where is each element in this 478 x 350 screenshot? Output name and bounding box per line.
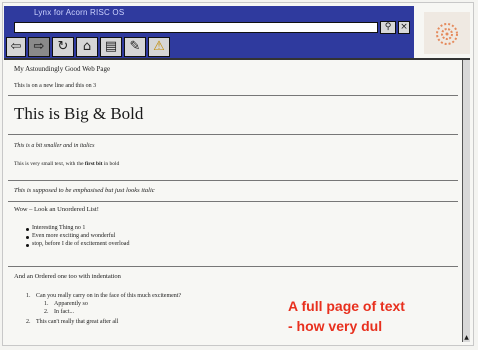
home-icon[interactable]: ⌂ <box>76 37 98 57</box>
ordered-intro: And an Ordered one too with indentation <box>14 273 121 280</box>
address-row: ⚲ × <box>4 19 414 36</box>
bullet <box>26 244 29 247</box>
ordered-item: This can't really that great after all <box>36 319 119 325</box>
ordered-subitem: Apparently so <box>54 301 88 307</box>
horizontal-rule <box>8 201 458 202</box>
caption-line: A full page of text <box>288 298 405 314</box>
toolbar: ⇦ ⇨ ↻ ⌂ ▤ ✎ ⚠ <box>4 36 414 58</box>
emphasised-text: This is supposed to be emphasised but ju… <box>14 187 155 194</box>
window-title: Lynx for Acorn RISC OS <box>34 8 125 17</box>
horizontal-rule <box>8 266 458 267</box>
list-item: Interesting Thing no 1 <box>32 225 86 231</box>
warning-icon[interactable]: ⚠ <box>148 37 170 57</box>
caption-overlay: A full page of text - how very dul <box>288 296 405 336</box>
title-bar[interactable]: Lynx for Acorn RISC OS <box>4 6 414 19</box>
page-line: This is on a new line and this on 3 <box>14 83 97 89</box>
ordered-subitem-number: 1. <box>44 301 49 307</box>
back-arrow-icon[interactable]: ⇦ <box>6 37 26 57</box>
vertical-scrollbar[interactable]: ▲ <box>462 60 470 342</box>
horizontal-rule <box>8 95 458 96</box>
small-text: This is very small text, with the <box>14 161 84 167</box>
big-bold-text: This is Big & Bold <box>14 104 144 123</box>
bullet <box>26 236 29 239</box>
caption-line: - how very dul <box>288 318 383 334</box>
logo-icon <box>424 12 470 54</box>
reload-icon[interactable]: ↻ <box>52 37 74 57</box>
ordered-subitem-number: 2. <box>44 309 49 315</box>
list-item: Even more exciting and wonderful <box>32 233 116 239</box>
save-icon[interactable]: ▤ <box>100 37 122 57</box>
ordered-item-number: 2. <box>26 319 31 325</box>
scroll-down-icon[interactable]: ▲ <box>463 334 470 342</box>
ordered-item-number: 1. <box>26 293 31 299</box>
italic-text: This is a bit smaller and in italics <box>14 143 95 149</box>
list-intro: Wow – Look an Unordered List! <box>14 206 99 213</box>
bullet <box>26 228 29 231</box>
forward-arrow-icon[interactable]: ⇨ <box>28 37 50 57</box>
list-item: stop, before I die of excitement overloa… <box>32 241 130 247</box>
horizontal-rule <box>8 180 458 181</box>
search-icon[interactable]: ⚲ <box>380 21 396 34</box>
address-input[interactable] <box>14 22 378 33</box>
page-heading: My Astoundingly Good Web Page <box>14 65 111 73</box>
edit-icon[interactable]: ✎ <box>124 37 146 57</box>
ordered-item: Can you really carry on in the face of t… <box>36 293 182 299</box>
stop-icon[interactable]: × <box>398 21 410 34</box>
horizontal-rule <box>8 134 458 135</box>
small-text: in bold <box>103 161 120 167</box>
small-bold-text: first bit <box>84 161 103 167</box>
ordered-subitem: In fact... <box>54 309 74 315</box>
small-text-line: This is very small text, with the first … <box>14 161 119 167</box>
